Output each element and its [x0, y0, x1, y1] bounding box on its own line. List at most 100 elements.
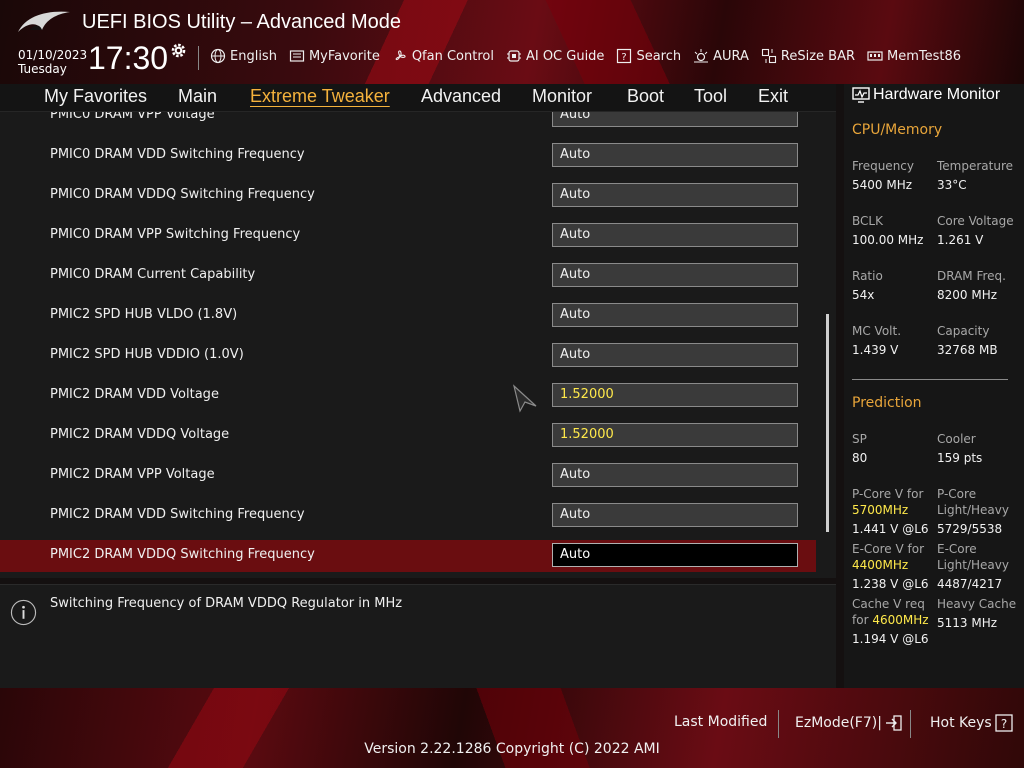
- clock-settings-gear-icon[interactable]: [170, 42, 187, 59]
- setting-value-field[interactable]: Auto: [552, 223, 798, 247]
- setting-row[interactable]: PMIC0 DRAM VPP Switching Frequency Auto: [0, 220, 816, 252]
- core-voltage-label: Core Voltage: [937, 214, 1014, 228]
- ecore-v-freq: 4400MHz: [852, 558, 909, 572]
- toolbar-qfan-control[interactable]: Qfan Control: [392, 46, 494, 66]
- cooler-label: Cooler: [937, 432, 976, 446]
- setting-row-selected[interactable]: PMIC2 DRAM VDDQ Switching Frequency Auto: [0, 540, 816, 572]
- mc-volt-value: 1.439 V: [852, 343, 899, 357]
- monitor-icon: [852, 87, 870, 103]
- ezmode-button[interactable]: EzMode(F7)|: [795, 714, 903, 732]
- sp-value: 80: [852, 451, 868, 465]
- toolbar-search[interactable]: ? Search: [616, 46, 681, 66]
- setting-value-field[interactable]: 1.52000: [552, 383, 798, 407]
- toolbar-myfavorite[interactable]: MyFavorite: [289, 46, 380, 66]
- setting-row[interactable]: PMIC2 DRAM VPP Voltage Auto: [0, 460, 816, 492]
- cache-v-value: 1.194 V @L6: [852, 632, 929, 646]
- setting-label: PMIC2 SPD HUB VDDIO (1.0V): [50, 347, 244, 362]
- sp-label: SP: [852, 432, 867, 446]
- tab-exit[interactable]: Exit: [758, 86, 788, 107]
- setting-value-field[interactable]: Auto: [552, 503, 798, 527]
- tab-boot[interactable]: Boot: [627, 86, 664, 107]
- setting-value-field[interactable]: 1.52000: [552, 423, 798, 447]
- last-modified-button[interactable]: Last Modified: [674, 714, 767, 730]
- setting-value-field[interactable]: Auto: [552, 143, 798, 167]
- cache-v-label: Cache V req for 4600MHz: [852, 596, 929, 628]
- tab-tool[interactable]: Tool: [694, 86, 727, 107]
- hot-keys-label: Hot Keys: [930, 715, 992, 731]
- setting-value-field[interactable]: Auto: [552, 112, 798, 127]
- globe-icon: [210, 48, 226, 64]
- toolbar-ai-oc-guide[interactable]: AI OC Guide: [506, 46, 604, 66]
- pcore-lh-label: P-Core Light/Heavy: [937, 486, 1009, 518]
- setting-row[interactable]: PMIC2 SPD HUB VLDO (1.8V) Auto: [0, 300, 816, 332]
- cache-v-freq: 4600MHz: [872, 613, 929, 627]
- toolbar-qfan-label: Qfan Control: [411, 48, 494, 64]
- setting-label: PMIC2 DRAM VDD Switching Frequency: [50, 507, 305, 522]
- hot-keys-button[interactable]: Hot Keys ?: [930, 714, 1013, 732]
- pcore-v-label-text: P-Core V for: [852, 487, 924, 501]
- ecore-v-label: E-Core V for 4400MHz: [852, 541, 924, 573]
- toolbar-english[interactable]: English: [210, 46, 277, 66]
- tab-monitor[interactable]: Monitor: [532, 86, 592, 107]
- ecore-lh-label-line1: E-Core: [937, 542, 977, 556]
- pcore-lh-label-line1: P-Core: [937, 487, 977, 501]
- ratio-label: Ratio: [852, 269, 883, 283]
- setting-value-field[interactable]: Auto: [552, 543, 798, 567]
- setting-value-field[interactable]: Auto: [552, 343, 798, 367]
- setting-row[interactable]: PMIC2 DRAM VDD Switching Frequency Auto: [0, 500, 816, 532]
- ratio-value: 54x: [852, 288, 875, 302]
- ecore-lh-label: E-Core Light/Heavy: [937, 541, 1009, 573]
- setting-label: PMIC0 DRAM VDDQ Switching Frequency: [50, 187, 315, 202]
- toolbar-resize-bar[interactable]: ReSize BAR: [761, 46, 855, 66]
- bclk-label: BCLK: [852, 214, 883, 228]
- cooler-value: 159 pts: [937, 451, 983, 465]
- setting-value-field[interactable]: Auto: [552, 263, 798, 287]
- date-text: 01/10/2023: [18, 48, 88, 62]
- hardware-monitor-title-text: Hardware Monitor: [873, 86, 1001, 103]
- fan-icon: [395, 50, 406, 61]
- setting-row[interactable]: PMIC2 DRAM VDD Voltage 1.52000: [0, 380, 816, 412]
- setting-label: PMIC0 DRAM Current Capability: [50, 267, 256, 282]
- mc-volt-label: MC Volt.: [852, 324, 902, 338]
- resize-bar-icon: [761, 48, 776, 64]
- hardware-monitor-panel: Hardware Monitor CPU/Memory Frequency 54…: [844, 84, 1024, 688]
- setting-value-field[interactable]: Auto: [552, 303, 798, 327]
- setting-row[interactable]: PMIC0 DRAM Current Capability Auto: [0, 260, 816, 292]
- ezmode-label: EzMode(F7)|: [795, 715, 882, 731]
- mouse-cursor-icon: [512, 384, 537, 413]
- setting-label: PMIC2 DRAM VPP Voltage: [50, 467, 215, 482]
- tab-my-favorites[interactable]: My Favorites: [44, 86, 147, 107]
- setting-row[interactable]: PMIC0 DRAM VDDQ Switching Frequency Auto: [0, 180, 816, 212]
- tab-main[interactable]: Main: [178, 86, 217, 107]
- tab-advanced[interactable]: Advanced: [421, 86, 501, 107]
- setting-row[interactable]: PMIC2 SPD HUB VDDIO (1.0V) Auto: [0, 340, 816, 372]
- setting-row[interactable]: PMIC2 DRAM VDDQ Voltage 1.52000: [0, 420, 816, 452]
- info-icon: [10, 599, 37, 626]
- toolbar-memtest86[interactable]: MemTest86: [867, 46, 961, 66]
- setting-label: PMIC0 DRAM VPP Voltage: [50, 112, 215, 122]
- settings-scrollbar[interactable]: [826, 314, 829, 532]
- tab-extreme-tweaker[interactable]: Extreme Tweaker: [250, 86, 390, 107]
- ecore-lh-label-line2: Light/Heavy: [937, 558, 1009, 572]
- bclk-value: 100.00 MHz: [852, 233, 924, 247]
- heavy-cache-label: Heavy Cache: [937, 597, 1017, 611]
- footer-divider: [910, 710, 911, 738]
- temperature-value: 33°C: [937, 178, 967, 192]
- setting-value-field[interactable]: Auto: [552, 183, 798, 207]
- setting-label: PMIC0 DRAM VDD Switching Frequency: [50, 147, 305, 162]
- setting-value-field[interactable]: Auto: [552, 463, 798, 487]
- pcore-v-label: P-Core V for 5700MHz: [852, 486, 923, 518]
- setting-label: PMIC2 DRAM VDDQ Switching Frequency: [50, 547, 315, 562]
- setting-row[interactable]: PMIC0 DRAM VDD Switching Frequency Auto: [0, 140, 816, 172]
- clock: 17:30: [88, 40, 169, 76]
- cache-v-label-line2: for 4600MHz: [852, 612, 929, 628]
- setting-row[interactable]: PMIC0 DRAM VPP Voltage Auto: [0, 112, 816, 132]
- ecore-v-value: 1.238 V @L6: [852, 577, 929, 591]
- app-title: UEFI BIOS Utility – Advanced Mode: [82, 11, 402, 33]
- toolbar-aura[interactable]: AURA: [693, 46, 749, 66]
- footer-divider: [778, 710, 779, 738]
- cache-v-label-for: for: [852, 613, 869, 627]
- exit-arrow-icon: [885, 715, 902, 731]
- toolbar-memtest86-label: MemTest86: [887, 48, 962, 64]
- toolbar: English MyFavorite Qfan Control AI OC Gu…: [210, 46, 973, 66]
